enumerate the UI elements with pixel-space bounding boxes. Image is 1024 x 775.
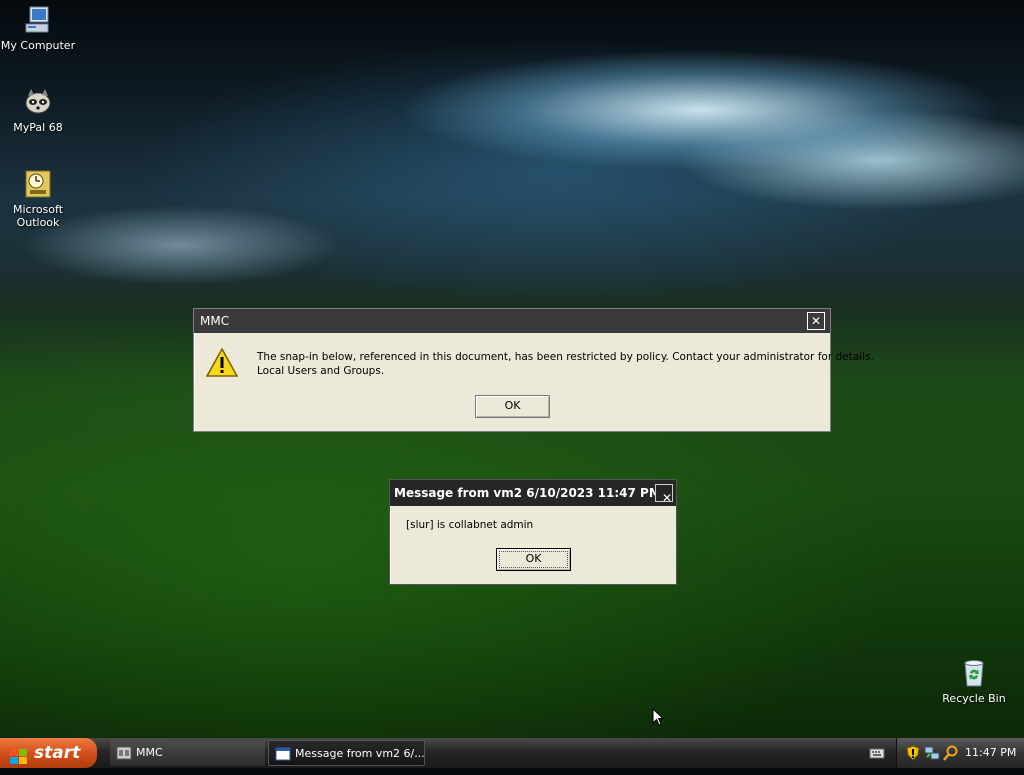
search-icon[interactable] (943, 745, 959, 761)
mmc-dialog-titlebar[interactable]: MMC ✕ (194, 309, 830, 333)
desktop-icon-label: Microsoft Outlook (12, 203, 64, 229)
mypal-raccoon-icon (22, 86, 54, 118)
desktop-icon-label: Recycle Bin (942, 692, 1006, 705)
taskbar-item-message[interactable]: Message from vm2 6/... (268, 740, 425, 766)
desktop-icon-label: MyPal 68 (13, 121, 63, 134)
close-icon: ✕ (662, 491, 673, 505)
mmc-icon (116, 745, 132, 761)
windows-logo-icon (10, 745, 28, 764)
start-button[interactable]: start (0, 738, 97, 768)
warning-icon (205, 347, 239, 379)
close-button[interactable]: ✕ (655, 484, 673, 505)
security-shield-icon[interactable] (906, 745, 920, 761)
desktop-icon-mypal[interactable]: MyPal 68 (0, 86, 76, 134)
outlook-clock-icon (22, 168, 54, 200)
ok-button[interactable]: OK (496, 548, 571, 571)
message-dialog-titlebar[interactable]: Message from vm2 6/10/2023 11:47 PM ✕ (390, 480, 676, 506)
my-computer-icon (22, 4, 54, 36)
close-icon: ✕ (810, 314, 822, 328)
clock[interactable]: 11:47 PM (965, 746, 1016, 759)
start-label: start (34, 743, 81, 763)
mmc-dialog-title: MMC (200, 314, 230, 328)
message-dialog-title: Message from vm2 6/10/2023 11:47 PM (394, 486, 661, 500)
mmc-message-line2: Local Users and Groups. (257, 365, 385, 377)
system-tray: 11:47 PM (896, 738, 1024, 768)
keyboard-icon[interactable] (869, 746, 885, 760)
mouse-cursor-icon (652, 707, 665, 730)
taskbar-item-mmc[interactable]: MMC (110, 740, 265, 766)
message-dialog: Message from vm2 6/10/2023 11:47 PM ✕ [s… (389, 479, 677, 585)
taskbar: start MMC Message from vm2 6/... 11:47 P… (0, 738, 1024, 768)
window-icon (275, 746, 291, 762)
network-icon[interactable] (924, 745, 940, 761)
taskbar-item-label: MMC (136, 746, 163, 759)
desktop-icon-recycle-bin[interactable]: Recycle Bin (936, 657, 1012, 705)
taskbar-item-label: Message from vm2 6/... (295, 747, 425, 760)
close-button[interactable]: ✕ (807, 312, 825, 330)
desktop-icon-outlook[interactable]: Microsoft Outlook (0, 168, 76, 229)
message-text: [slur] is collabnet admin (406, 519, 534, 531)
desktop-icon-label: My Computer (0, 39, 76, 52)
ok-button[interactable]: OK (475, 395, 550, 418)
mmc-dialog: MMC ✕ The snap-in below, referenced in t… (193, 308, 874, 432)
recycle-bin-icon (958, 657, 990, 689)
mmc-message-line1: The snap-in below, referenced in this do… (257, 351, 874, 363)
desktop-icon-my-computer[interactable]: My Computer (0, 4, 76, 52)
